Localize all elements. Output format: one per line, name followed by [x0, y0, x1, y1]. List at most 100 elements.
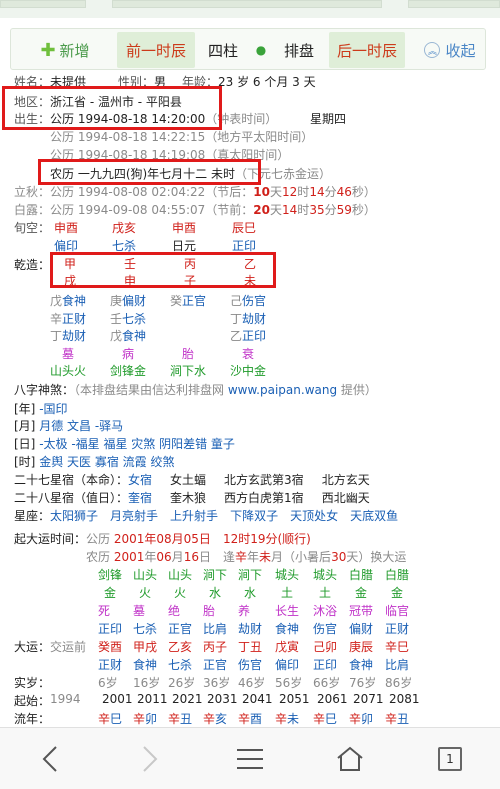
shensha-title: 八字神煞： [14, 383, 75, 397]
bailu-date: 公历 1994-09-08 04:55:07 [50, 203, 206, 217]
dayun-gan-shishen-cell: 劫财 [238, 622, 263, 636]
dayun-zhi: 子 [215, 640, 228, 654]
meet-days: 30 [331, 550, 347, 564]
unit: 日 [198, 550, 211, 564]
back-arrow-icon [42, 746, 57, 772]
dayun-start-row: 起大运时间：公历 2001年08月05日 12时19分(顺行) [14, 530, 311, 547]
next-hour-button[interactable]: 后一时辰 [329, 32, 405, 68]
dayun-gan: 甲 [133, 640, 146, 654]
add-button[interactable]: ✚ 新增 [25, 32, 105, 68]
shensha-tag: [时] [14, 455, 36, 469]
shensha-year: [年] -国印 [14, 400, 68, 417]
dayun-nayin-cell: 剑锋 [98, 568, 123, 582]
dayun-wuxing-cell: 金 [391, 586, 404, 600]
liunian-label: 流年： [14, 712, 51, 726]
forward-button[interactable] [120, 728, 180, 789]
gan-cell: 丙 [184, 257, 197, 271]
xingzuo-item: 上升射手 [170, 509, 219, 523]
liunian-cell: 辛丑 [168, 710, 192, 727]
dayun-shisui-cell: 76岁 [349, 676, 377, 690]
liunian-cell: 辛巳 [313, 710, 337, 727]
dayun-zhi: 戌 [145, 640, 158, 654]
liunian-cell: 辛未 [275, 710, 299, 727]
shensha-tag: [月] [14, 419, 36, 433]
meet-prefix: 逢 [222, 550, 235, 564]
liunian-zhi: 卯 [145, 712, 158, 726]
xiu27-item: 北方玄武第3宿 [224, 473, 304, 487]
gan-cell: 甲 [64, 257, 77, 271]
shensha-items: -太极 -福星 福星 灾煞 阴阳差错 童子 [39, 437, 235, 451]
gan-cell: 壬 [124, 257, 137, 271]
canggan-shishen: 正印 [242, 329, 267, 343]
dot-icon: ● [255, 43, 267, 57]
dayun-lunar-prefix: 农历 [86, 550, 114, 564]
menu-button[interactable] [220, 728, 280, 789]
xingzuo-label: 星座： [14, 509, 51, 523]
canggan-gan: 丁 [230, 312, 243, 326]
dayun-gan-shishen-cell: 正印 [98, 622, 123, 636]
xingzuo-item: 太阳狮子 [50, 509, 99, 523]
unit: 分 [324, 203, 337, 217]
dayun-changsheng-cell: 临官 [385, 604, 410, 618]
qishi-label: 起始： [14, 694, 51, 708]
changsheng-cell: 病 [122, 347, 135, 361]
dayun-nayin-cell: 城头 [313, 568, 338, 582]
xingzuo-item: 下降双子 [230, 509, 279, 523]
collapse-button[interactable]: ︽ 收起 [417, 32, 483, 68]
unit: 天 [270, 185, 283, 199]
liqiu-days: 10 [253, 185, 270, 199]
zhi-cell: 子 [184, 274, 197, 288]
dayun-zhi: 巳 [397, 640, 410, 654]
dayun-wuxing-cell: 火 [139, 586, 152, 600]
dayun-lunar-year: 2001 [113, 550, 145, 564]
dayun-qishi-cell: 2071 [353, 692, 384, 706]
liqiu-minutes: 14 [309, 185, 325, 199]
home-button[interactable] [320, 728, 380, 789]
xiu28-item: 西北幽天 [321, 491, 370, 505]
dayun-changsheng-cell: 死 [98, 604, 111, 618]
dayun-wuxing-cell: 水 [209, 586, 222, 600]
dayun-qishi-cell: 1994 [50, 692, 81, 706]
canggan-cell: 戊食神 [110, 327, 146, 344]
dayun-qishi-cell: 2011 [137, 692, 168, 706]
shensha-note: 提供） [337, 383, 377, 397]
liunian-gan: 辛 [313, 712, 326, 726]
dayun-zhi-shishen-cell: 正财 [98, 658, 123, 672]
highlight-box [38, 159, 261, 185]
solar-local-row: 公历 1994-08-18 14:22:15（地方平太阳时间） [50, 128, 313, 145]
dayun-gan: 丙 [203, 640, 216, 654]
dayun-wuxing-cell: 火 [174, 586, 187, 600]
back-button[interactable] [20, 728, 80, 789]
dayun-changsheng-cell: 长生 [275, 604, 300, 618]
dayun-ganzhi-cell: 乙亥 [168, 638, 192, 655]
unit: 分 [324, 185, 337, 199]
tabs-button[interactable]: 1 [420, 728, 480, 789]
xiu27-row: 二十七星宿（本命）：女宿 女土蝠 北方玄武第3宿 北方玄天 [14, 471, 370, 488]
dayun-wuxing-cell: 金 [355, 586, 368, 600]
bailu-seconds: 59 [336, 203, 352, 217]
dayun-ganzhi-cell: 丙子 [203, 638, 227, 655]
liqiu-row: 立秋：公历 1994-08-08 02:04:22（节后：10天12时14分46… [14, 183, 376, 200]
liunian-zhi: 酉 [250, 712, 263, 726]
meet-end: 天）换大运 [346, 550, 407, 564]
dayun-nayin-cell: 涧下 [203, 568, 228, 582]
nayin-cell: 涧下水 [170, 364, 207, 378]
canggan-shishen: 劫财 [242, 312, 267, 326]
site-link[interactable]: www.paipan.wang [228, 383, 337, 397]
dayun-gan: 庚 [349, 640, 362, 654]
prev-hour-button[interactable]: 前一时辰 [117, 32, 195, 68]
dayun-gan: 己 [313, 640, 326, 654]
meet-gan: 辛 [235, 550, 248, 564]
xiu27-label: 二十七星宿（本命）： [14, 473, 129, 487]
unit: 秒） [351, 185, 376, 199]
liqiu-note: （节后： [205, 185, 254, 199]
menu-icon [237, 749, 263, 769]
dayun-shisui-cell: 36岁 [203, 676, 231, 690]
canggan-cell: 辛正财 [50, 310, 86, 327]
paipan-tab[interactable]: 排盘 [275, 32, 323, 68]
top-segment [0, 0, 86, 8]
canggan-gan: 乙 [230, 329, 243, 343]
dayun-gan: 癸 [98, 640, 111, 654]
sizhu-tab[interactable]: 四柱 [201, 32, 245, 68]
bailu-hours: 14 [282, 203, 298, 217]
